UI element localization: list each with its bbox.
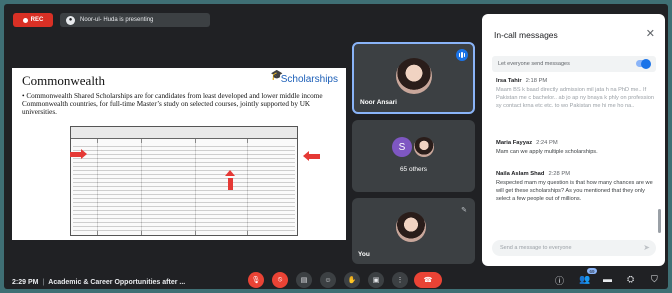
send-icon[interactable]: ➤ bbox=[643, 243, 650, 252]
red-arrow-icon bbox=[225, 170, 235, 190]
camera-off-icon[interactable]: ⦸ bbox=[272, 272, 288, 288]
participant-initial-avatar: S bbox=[392, 137, 412, 157]
participant-tile-you[interactable]: ✎ You bbox=[352, 198, 475, 264]
meeting-info: 2:29 PM | Academic & Career Opportunities … bbox=[12, 279, 185, 286]
others-count: 65 others bbox=[399, 166, 428, 173]
message-sender: Naila Aslam Shad bbox=[496, 171, 545, 177]
participant-photo bbox=[396, 212, 426, 242]
chat-message-input[interactable]: Send a message to everyone ➤ bbox=[492, 240, 656, 256]
more-options-icon[interactable]: ⋮ bbox=[392, 272, 408, 288]
chat-scrollbar[interactable] bbox=[658, 209, 661, 233]
logo-text: Scholarships bbox=[280, 74, 338, 85]
message-header: Maria Fayyaz 2:24 PM bbox=[496, 140, 656, 146]
slide-table-image bbox=[70, 126, 298, 236]
recording-badge: REC bbox=[13, 13, 53, 27]
presenter-avatar-icon: ● bbox=[66, 15, 75, 25]
participant-photo bbox=[414, 137, 434, 157]
host-controls-icon[interactable]: ⛉ bbox=[651, 274, 658, 285]
message-header: Irsa Tahir 2:18 PM bbox=[496, 78, 656, 84]
participant-tile-others[interactable]: S 65 others bbox=[352, 120, 475, 192]
in-call-messages-panel: In-call messages ✕ Let everyone send mes… bbox=[482, 14, 665, 266]
message-time: 2:18 PM bbox=[525, 78, 548, 84]
allow-messages-label: Let everyone send messages bbox=[498, 61, 570, 67]
presenting-banner: ● Noor-ul- Huda is presenting bbox=[60, 13, 210, 27]
message-time: 2:28 PM bbox=[548, 171, 571, 177]
message-text: Respected mam my question is that how ma… bbox=[496, 180, 653, 202]
table-header bbox=[71, 127, 297, 139]
participant-name: You bbox=[358, 251, 370, 258]
mic-off-icon[interactable]: 🎙 bbox=[248, 272, 264, 288]
current-time: 2:29 PM bbox=[12, 279, 39, 286]
message-time: 2:24 PM bbox=[536, 140, 558, 146]
meeting-details-icon[interactable]: ⓘ bbox=[555, 274, 564, 287]
graduation-cap-icon: 🎓 bbox=[270, 70, 284, 81]
chat-input-placeholder: Send a message to everyone bbox=[500, 245, 572, 251]
raise-hand-icon[interactable]: ✋ bbox=[344, 272, 360, 288]
reactions-icon[interactable]: ☺ bbox=[320, 272, 336, 288]
people-count-badge: 69 bbox=[587, 268, 597, 274]
chat-message: Naila Aslam Shad 2:28 PM Respected mam my… bbox=[496, 171, 656, 203]
message-text: Maam BS k baad directly admission mil ja… bbox=[496, 87, 654, 109]
rec-label: REC bbox=[30, 17, 44, 23]
captions-icon[interactable]: ▤ bbox=[296, 272, 312, 288]
scholarships-logo: 🎓 Scholarships bbox=[271, 70, 338, 85]
participant-name: Noor Ansari bbox=[360, 99, 397, 106]
message-sender: Maria Fayyaz bbox=[496, 140, 533, 146]
participant-photo bbox=[396, 58, 432, 94]
table-text-lines bbox=[73, 143, 295, 231]
present-screen-icon[interactable]: ▣ bbox=[368, 272, 384, 288]
slide-body-text: • Commonwealth Shared Scholarships are f… bbox=[22, 92, 323, 116]
record-dot-icon bbox=[22, 17, 28, 23]
participant-tile-noor[interactable]: Noor Ansari bbox=[352, 42, 475, 114]
presenting-text: Noor-ul- Huda is presenting bbox=[80, 17, 154, 23]
activities-icon[interactable]: ⛭ bbox=[627, 274, 634, 285]
people-icon[interactable]: 👥 bbox=[579, 274, 590, 285]
speaking-indicator-icon bbox=[456, 49, 468, 61]
meeting-title: Academic & Career Opportunities after ..… bbox=[48, 279, 186, 286]
red-arrow-icon bbox=[70, 149, 87, 159]
allow-messages-setting: Let everyone send messages bbox=[492, 56, 656, 72]
message-header: Naila Aslam Shad 2:28 PM bbox=[496, 171, 656, 177]
slide-title: Commonwealth bbox=[22, 73, 106, 88]
chat-panel-title: In-call messages bbox=[494, 30, 558, 40]
allow-messages-toggle[interactable] bbox=[636, 58, 651, 69]
shared-screen-slide: Commonwealth 🎓 Scholarships • Commonweal… bbox=[12, 68, 346, 240]
pin-icon[interactable]: ✎ bbox=[461, 206, 467, 214]
meet-window: REC ● Noor-ul- Huda is presenting Common… bbox=[4, 4, 668, 289]
end-call-button[interactable]: ☎ bbox=[414, 272, 442, 288]
chat-message: Maria Fayyaz 2:24 PM Mam can we apply mul… bbox=[496, 140, 656, 156]
message-sender: Irsa Tahir bbox=[496, 78, 522, 84]
info-separator: | bbox=[42, 279, 45, 286]
message-text: Mam can we apply multiple scholarships. bbox=[496, 149, 598, 155]
chat-message: Irsa Tahir 2:18 PM Maam BS k baad directl… bbox=[496, 78, 656, 110]
red-arrow-icon bbox=[303, 151, 320, 161]
close-icon[interactable]: ✕ bbox=[646, 27, 655, 40]
chat-icon[interactable]: ▬ bbox=[603, 274, 612, 284]
